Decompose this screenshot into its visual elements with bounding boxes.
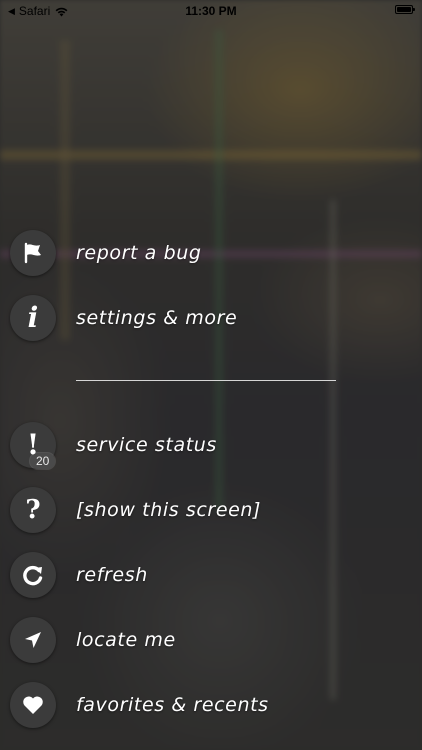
menu-item-refresh[interactable]: refresh: [10, 552, 148, 598]
menu-item-favorites[interactable]: favorites & recents: [10, 682, 269, 728]
exclamation-icon: ! 20: [10, 422, 56, 469]
menu-item-label: report a bug: [76, 242, 202, 264]
refresh-icon: [10, 552, 56, 598]
menu-item-label: favorites & recents: [76, 694, 269, 716]
help-menu: report a bug i settings & more ! 20 serv…: [0, 0, 422, 750]
menu-item-label: locate me: [76, 629, 176, 651]
menu-item-label: settings & more: [76, 307, 238, 329]
question-icon: ?: [10, 487, 56, 533]
heart-icon: [10, 682, 56, 728]
menu-item-label: service status: [76, 434, 217, 456]
menu-item-service-status[interactable]: ! 20 service status: [10, 422, 217, 469]
info-icon: i: [10, 295, 56, 341]
service-alert-count-badge: 20: [30, 453, 56, 469]
location-arrow-icon: [10, 617, 56, 663]
menu-item-report-bug[interactable]: report a bug: [10, 230, 202, 276]
menu-item-show-screen[interactable]: ? [show this screen]: [10, 487, 261, 533]
menu-item-locate-me[interactable]: locate me: [10, 617, 176, 663]
menu-divider: [76, 380, 336, 381]
menu-item-label: refresh: [76, 564, 148, 586]
flag-icon: [10, 230, 56, 276]
menu-item-settings[interactable]: i settings & more: [10, 295, 237, 341]
menu-item-label: [show this screen]: [76, 499, 262, 521]
